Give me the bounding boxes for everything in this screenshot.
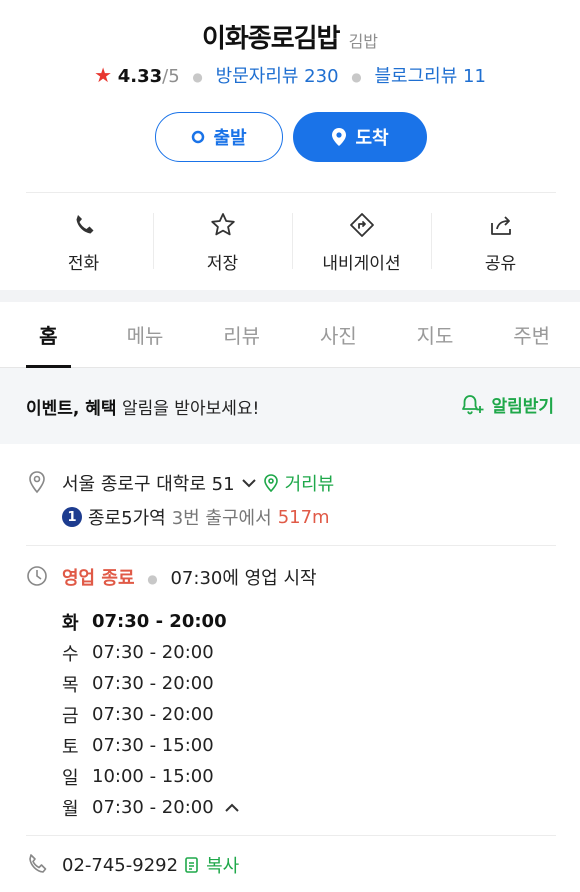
separator-dot: ● (351, 70, 362, 84)
depart-button[interactable]: 출발 (155, 112, 283, 162)
call-label: 전화 (67, 254, 100, 274)
action-bar: 전화 저장 내비게이션 공유 (14, 195, 570, 285)
copy-icon (185, 857, 198, 873)
arrive-label: 도착 (355, 128, 389, 149)
title-row: 이화종로김밥 김밥 (0, 18, 580, 55)
hours-row: 수 07:30 - 20:00 (62, 637, 240, 668)
share-icon (490, 216, 511, 235)
blog-reviews-link[interactable]: 블로그리뷰 11 (374, 66, 485, 87)
hours-day: 목 (62, 674, 79, 696)
phone-icon (76, 215, 93, 234)
navigation-label: 내비게이션 (322, 254, 401, 274)
save-label: 저장 (206, 254, 239, 274)
save-action[interactable]: 저장 (153, 195, 292, 285)
hours-day: 화 (62, 612, 79, 634)
hours-section: 영업 종료 ● 07:30에 영업 시작 화 07:30 - 20:00 수 07:… (26, 564, 556, 824)
tab-review[interactable]: 리뷰 (193, 302, 290, 367)
hours-row: 일 10:00 - 15:00 (62, 761, 240, 792)
phone-row: 02-745-9292 복사 (26, 852, 556, 882)
arrive-button[interactable]: 도착 (293, 112, 427, 162)
station-name: 종로5가역 (88, 508, 166, 529)
status-next: 07:30에 영업 시작 (170, 568, 317, 589)
hours-time: 07:30 - 20:00 (92, 797, 214, 818)
phone-icon (29, 854, 47, 873)
route-buttons: 출발 도착 (155, 112, 427, 162)
phone-info: 02-745-9292 복사 (62, 852, 239, 878)
chevron-down-icon[interactable] (241, 477, 257, 489)
share-label: 공유 (484, 254, 517, 274)
hours-time: 07:30 - 20:00 (92, 642, 214, 663)
hours-day: 금 (62, 705, 79, 727)
location-pin-icon (29, 471, 45, 494)
share-action[interactable]: 공유 (431, 195, 570, 285)
street-view-pin-icon (263, 474, 278, 492)
address: 서울 종로구 대학로 51 거리뷰 (62, 470, 334, 496)
place-title: 이화종로김밥 (201, 24, 341, 54)
hours-row: 토 07:30 - 15:00 (62, 730, 240, 761)
hours-day: 월 (62, 798, 79, 820)
event-text: 이벤트, 혜택 알림을 받아보세요! (26, 394, 259, 419)
navigation-icon (349, 213, 374, 237)
place-category: 김밥 (348, 32, 379, 51)
clock-icon (27, 566, 47, 586)
status-closed: 영업 종료 (62, 568, 135, 589)
navigation-action[interactable]: 내비게이션 (292, 195, 431, 285)
star-outline-icon (210, 213, 235, 236)
hours-time: 07:30 - 15:00 (92, 735, 214, 756)
station-distance: 517m (277, 506, 330, 528)
separator-dot: ● (147, 572, 158, 586)
rating-row: ★ 4.33/5 ● 방문자리뷰 230 ● 블로그리뷰 11 (0, 62, 580, 88)
section-gap (0, 290, 580, 302)
chevron-up-icon[interactable] (224, 802, 240, 814)
notify-button[interactable]: 알림받기 (461, 392, 554, 417)
subway-info: 1 종로5가역 3번 출구에서 517m (62, 504, 330, 530)
star-icon: ★ (94, 63, 112, 87)
tab-bar: 홈 메뉴 리뷰 사진 지도 주변 (0, 302, 580, 368)
tab-photo[interactable]: 사진 (290, 302, 387, 367)
address-row: 서울 종로구 대학로 51 거리뷰 1 종로5가역 3번 출구에서 517m (26, 470, 556, 530)
visitor-reviews-link[interactable]: 방문자리뷰 230 (216, 66, 339, 87)
hours-list[interactable]: 화 07:30 - 20:00 수 07:30 - 20:00 목 07:30 - 2… (62, 606, 240, 823)
depart-label: 출발 (213, 128, 247, 149)
hours-day: 일 (62, 767, 79, 789)
hours-time: 07:30 - 20:00 (92, 704, 214, 725)
rating-value: 4.33 (117, 66, 163, 87)
copy-button[interactable]: 복사 (206, 852, 239, 878)
place-header: 이화종로김밥 김밥 ★ 4.33/5 ● 방문자리뷰 230 ● 블로그리뷰 1… (0, 0, 580, 290)
separator-dot: ● (192, 70, 203, 84)
divider (26, 192, 556, 193)
tab-map[interactable]: 지도 (387, 302, 484, 367)
hours-row: 금 07:30 - 20:00 (62, 699, 240, 730)
tab-menu[interactable]: 메뉴 (97, 302, 194, 367)
tab-home[interactable]: 홈 (0, 302, 97, 368)
event-banner: 이벤트, 혜택 알림을 받아보세요! 알림받기 (0, 368, 580, 444)
address-text[interactable]: 서울 종로구 대학로 51 (62, 470, 235, 496)
hours-time: 07:30 - 20:00 (92, 611, 227, 632)
hours-time: 10:00 - 15:00 (92, 766, 214, 787)
tab-nearby[interactable]: 주변 (483, 302, 580, 367)
station-exit: 3번 출구에서 (171, 508, 272, 529)
rating-max: /5 (162, 66, 180, 87)
hours-day: 수 (62, 643, 79, 665)
divider (26, 835, 556, 836)
location-pin-icon (332, 128, 347, 146)
phone-number[interactable]: 02-745-9292 (62, 855, 178, 876)
hours-row: 화 07:30 - 20:00 (62, 606, 240, 637)
hours-time: 07:30 - 20:00 (92, 673, 214, 694)
street-view-link[interactable]: 거리뷰 (285, 470, 335, 496)
bell-plus-icon (462, 394, 484, 414)
divider (26, 545, 556, 546)
event-rest: 알림을 받아보세요! (116, 399, 260, 419)
hours-row: 목 07:30 - 20:00 (62, 668, 240, 699)
business-status: 영업 종료 ● 07:30에 영업 시작 (62, 564, 317, 590)
hours-day: 토 (62, 736, 79, 758)
hours-row: 월 07:30 - 20:00 (62, 792, 240, 823)
call-action[interactable]: 전화 (14, 195, 153, 285)
event-strong: 이벤트, 혜택 (26, 399, 117, 419)
subway-line-badge: 1 (62, 507, 82, 527)
notify-label: 알림받기 (491, 397, 554, 417)
origin-dot-icon (192, 130, 205, 144)
